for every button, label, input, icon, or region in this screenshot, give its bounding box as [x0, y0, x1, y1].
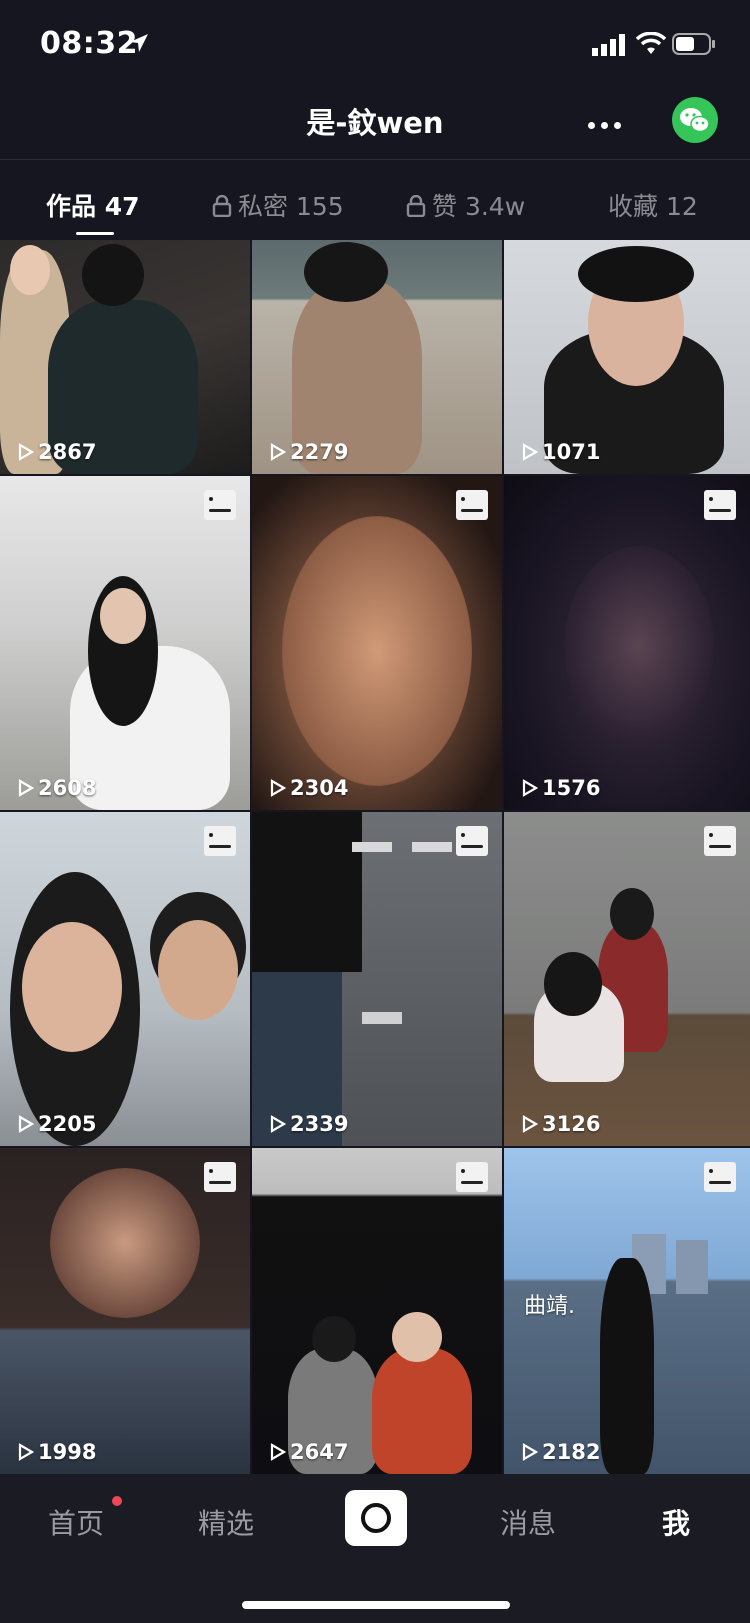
view-count: 2182	[522, 1440, 600, 1464]
nav-messages[interactable]: 消息	[500, 1502, 556, 1542]
camera-icon[interactable]	[345, 1490, 407, 1546]
post-thumbnail[interactable]: 2867	[0, 240, 250, 474]
view-count: 2867	[18, 440, 96, 464]
view-count: 2339	[270, 1112, 348, 1136]
wifi-icon	[636, 32, 666, 54]
nav-label: 消息	[500, 1507, 557, 1540]
image-post-badge-icon	[456, 826, 488, 856]
notification-dot	[112, 1496, 122, 1506]
status-time: 08:32	[40, 26, 138, 61]
play-icon	[522, 779, 539, 797]
view-count: 2279	[270, 440, 348, 464]
active-tab-indicator	[76, 232, 114, 235]
view-count: 1576	[522, 776, 600, 800]
post-thumbnail[interactable]: 2647	[252, 1148, 502, 1474]
play-icon	[270, 779, 287, 797]
view-count: 2205	[18, 1112, 96, 1136]
view-count: 2608	[18, 776, 96, 800]
play-icon	[270, 1115, 287, 1133]
post-thumbnail[interactable]: 曲靖. 2182	[504, 1148, 750, 1474]
tab-label: 作品 47	[46, 192, 140, 221]
nav-label: 精选	[198, 1507, 255, 1540]
post-thumbnail[interactable]: 2304	[252, 476, 502, 810]
status-bar: 08:32	[0, 0, 750, 88]
post-thumbnail[interactable]: 2279	[252, 240, 502, 474]
tab-favorites[interactable]: 收藏 12	[608, 187, 698, 223]
play-icon	[270, 1443, 287, 1461]
more-dots-icon[interactable]	[588, 114, 628, 130]
image-post-badge-icon	[456, 490, 488, 520]
image-post-badge-icon	[704, 490, 736, 520]
nav-label: 我	[662, 1507, 691, 1540]
play-icon	[270, 443, 287, 461]
nav-me[interactable]: 我	[662, 1502, 690, 1542]
post-thumbnail[interactable]: 1071	[504, 240, 750, 474]
play-icon	[18, 1115, 35, 1133]
posts-grid: 2867 2279 1071 2608 2304 1576 2205 2339 …	[0, 240, 750, 1474]
home-indicator	[242, 1601, 510, 1609]
image-post-badge-icon	[204, 490, 236, 520]
bottom-navigation: 首页 精选 消息 我	[0, 1474, 750, 1623]
view-count: 1998	[18, 1440, 96, 1464]
nav-home[interactable]: 首页	[48, 1502, 104, 1542]
tab-label: 赞 3.4w	[432, 192, 526, 221]
page-title: 是-鈫wen	[306, 106, 444, 140]
image-post-badge-icon	[704, 1162, 736, 1192]
play-icon	[18, 443, 35, 461]
play-icon	[522, 443, 539, 461]
play-icon	[18, 1443, 35, 1461]
profile-tabs: 作品 47 私密 155 赞 3.4w 收藏 12	[0, 160, 750, 238]
nav-label: 首页	[48, 1507, 105, 1540]
play-icon	[522, 1443, 539, 1461]
image-post-badge-icon	[204, 1162, 236, 1192]
tab-label: 收藏 12	[608, 192, 698, 221]
location-arrow-icon	[130, 34, 148, 52]
lock-icon	[406, 195, 426, 217]
tab-works[interactable]: 作品 47	[46, 187, 140, 223]
post-thumbnail[interactable]: 1576	[504, 476, 750, 810]
lock-icon	[212, 195, 232, 217]
post-thumbnail[interactable]: 2339	[252, 812, 502, 1146]
tab-label: 私密 155	[238, 192, 344, 221]
nav-featured[interactable]: 精选	[198, 1502, 254, 1542]
post-thumbnail[interactable]: 1998	[0, 1148, 250, 1474]
battery-icon	[672, 33, 715, 55]
image-post-badge-icon	[704, 826, 736, 856]
play-icon	[522, 1115, 539, 1133]
view-count: 2647	[270, 1440, 348, 1464]
tab-likes[interactable]: 赞 3.4w	[406, 187, 525, 223]
view-count: 1071	[522, 440, 600, 464]
post-thumbnail[interactable]: 2608	[0, 476, 250, 810]
post-thumbnail[interactable]: 3126	[504, 812, 750, 1146]
image-post-badge-icon	[204, 826, 236, 856]
view-count: 3126	[522, 1112, 600, 1136]
view-count: 2304	[270, 776, 348, 800]
play-icon	[18, 779, 35, 797]
wechat-icon[interactable]	[672, 97, 718, 143]
post-caption: 曲靖.	[524, 1294, 575, 1319]
cellular-signal-icon	[592, 34, 625, 56]
image-post-badge-icon	[456, 1162, 488, 1192]
tab-private[interactable]: 私密 155	[212, 187, 344, 223]
post-thumbnail[interactable]: 2205	[0, 812, 250, 1146]
profile-header: 是-鈫wen	[0, 88, 750, 160]
